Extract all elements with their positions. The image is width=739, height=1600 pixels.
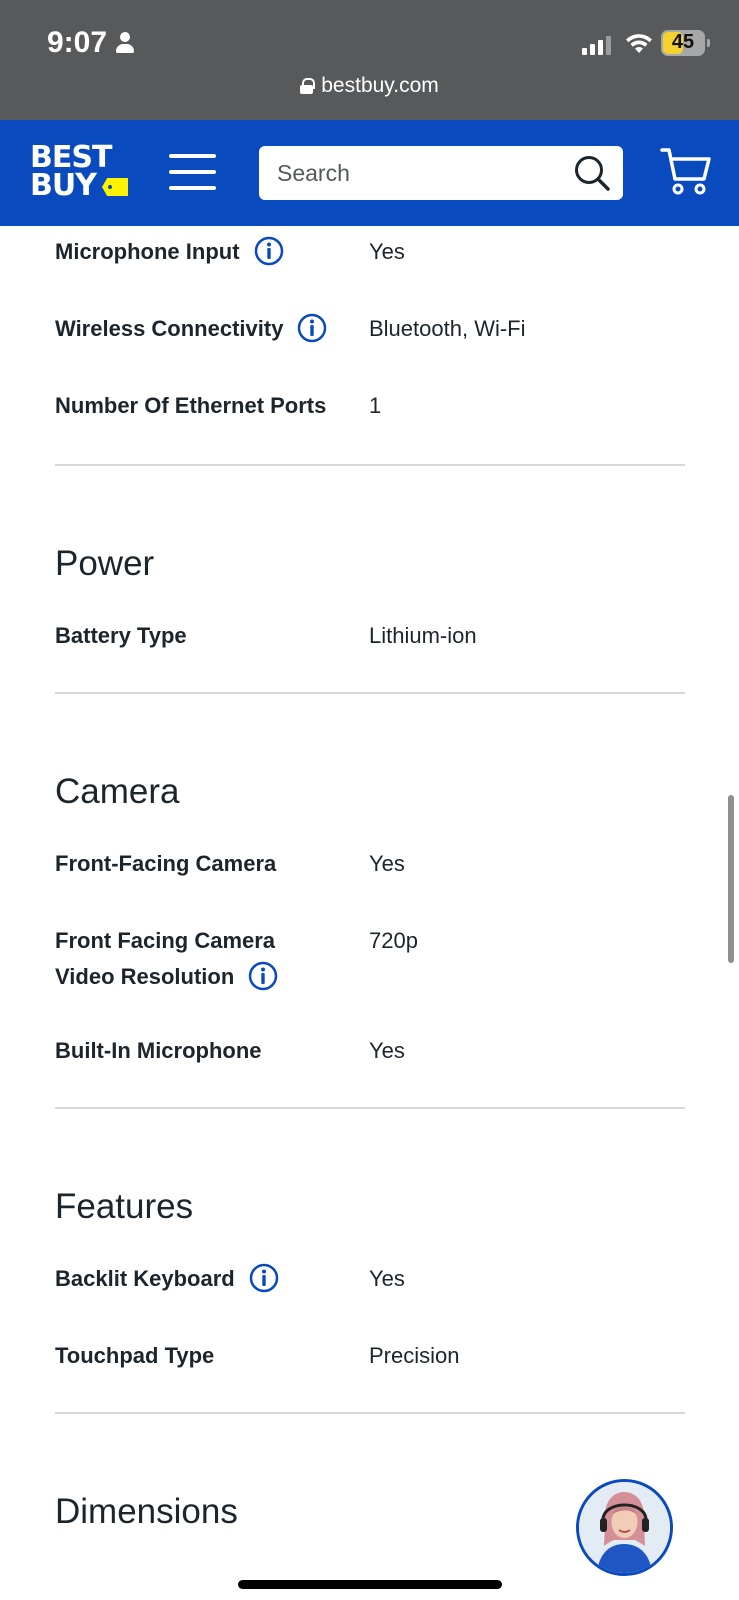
- cell-signal-icon: [582, 35, 611, 55]
- spec-value: Yes: [369, 851, 405, 876]
- lock-icon: [300, 78, 316, 94]
- search-box: [259, 146, 623, 200]
- spec-row: Backlit Keyboard Yes: [55, 1261, 685, 1297]
- spec-value: 720p: [369, 928, 418, 953]
- site-header: BEST BUY: [0, 120, 739, 226]
- section-divider: [55, 1412, 685, 1414]
- spec-label: Wireless Connectivity: [55, 316, 284, 341]
- menu-button[interactable]: [169, 154, 216, 190]
- status-bar: 9:07 45 bestbuy.com: [0, 0, 739, 120]
- assistant-avatar-icon: [579, 1482, 670, 1573]
- info-icon[interactable]: [297, 313, 327, 343]
- spec-value: Yes: [369, 1266, 405, 1291]
- section-divider: [55, 464, 685, 466]
- spec-value: Yes: [369, 239, 405, 264]
- spec-row: Microphone Input Yes: [55, 234, 685, 270]
- spec-row: Touchpad Type Precision: [55, 1338, 685, 1374]
- scrollbar-thumb[interactable]: [728, 795, 734, 963]
- person-icon: [115, 32, 135, 54]
- section-divider: [55, 692, 685, 694]
- info-icon[interactable]: [248, 961, 278, 991]
- url-text: bestbuy.com: [321, 74, 439, 97]
- spec-label: Number Of Ethernet Ports: [55, 393, 327, 418]
- info-icon[interactable]: [249, 1263, 279, 1293]
- status-time: 9:07: [47, 26, 135, 60]
- url-bar[interactable]: bestbuy.com: [0, 74, 739, 98]
- section-title-power: Power: [55, 544, 155, 583]
- battery-icon: 45: [661, 30, 710, 56]
- spec-value: Precision: [369, 1343, 460, 1368]
- spec-row: Number Of Ethernet Ports 1: [55, 388, 685, 424]
- spec-value: Lithium-ion: [369, 623, 477, 648]
- spec-row: Battery Type Lithium-ion: [55, 618, 685, 654]
- spec-value: 1: [369, 393, 382, 418]
- wifi-icon: [626, 34, 652, 53]
- home-indicator: [238, 1580, 502, 1589]
- spec-label: Touchpad Type: [55, 1343, 215, 1368]
- spec-label: Backlit Keyboard: [55, 1266, 235, 1291]
- spec-label-line2: Video Resolution: [55, 964, 235, 989]
- chat-assistant-button[interactable]: [576, 1479, 673, 1576]
- spec-label: Built-In Microphone: [55, 1038, 262, 1063]
- spec-label: Microphone Input: [55, 239, 240, 264]
- price-tag-icon: [102, 178, 128, 196]
- cart-icon[interactable]: [660, 146, 712, 196]
- search-icon[interactable]: [573, 154, 611, 192]
- spec-label: Battery Type: [55, 623, 187, 648]
- spec-row: Built-In Microphone Yes: [55, 1033, 685, 1069]
- battery-level: 45: [671, 31, 695, 53]
- search-input[interactable]: [259, 146, 559, 200]
- info-icon[interactable]: [254, 236, 284, 266]
- spec-row: Wireless Connectivity Bluetooth, Wi-Fi: [55, 311, 685, 347]
- spec-value: Yes: [369, 1038, 405, 1063]
- logo-line2: BUY: [30, 168, 97, 203]
- specifications-list: Microphone Input Yes Wireless Connectivi…: [55, 226, 685, 1532]
- spec-row: Front-Facing Camera Yes: [55, 846, 685, 882]
- spec-row: Front Facing Camera Video Resolution 720p: [55, 923, 685, 995]
- section-divider: [55, 1107, 685, 1109]
- bestbuy-logo[interactable]: BEST BUY: [30, 143, 130, 204]
- section-title-camera: Camera: [55, 772, 180, 811]
- spec-label: Front-Facing Camera: [55, 851, 277, 876]
- spec-value: Bluetooth, Wi-Fi: [369, 316, 526, 341]
- spec-label-line1: Front Facing Camera: [55, 928, 276, 953]
- section-title-features: Features: [55, 1187, 194, 1226]
- clock-text: 9:07: [47, 26, 108, 59]
